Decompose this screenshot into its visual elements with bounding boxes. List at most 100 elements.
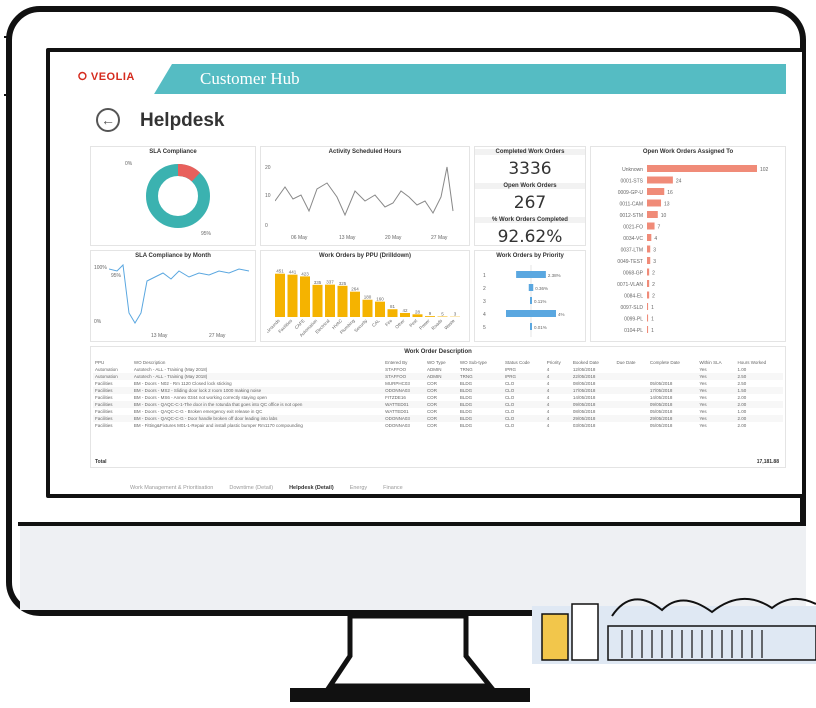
table-header-cell[interactable]: Hours Worked: [735, 359, 783, 366]
assigned-bar[interactable]: [647, 291, 650, 299]
ppu-bar[interactable]: [275, 273, 285, 317]
table-cell: BM - Doors - MS6 - Annex 0344 not workin…: [133, 395, 267, 400]
assigned-bar[interactable]: [647, 211, 658, 218]
table-cell: 4: [546, 409, 550, 414]
ppu-bar[interactable]: [362, 299, 373, 317]
work-order-table-panel[interactable]: Work Order Description PPU WO Description…: [90, 346, 786, 468]
table-body: Automation Autotech - ALL - Training (May…: [93, 366, 783, 429]
report-tab[interactable]: Downtime (Detail): [229, 485, 273, 491]
assigned-name-label: 0084-EL: [624, 294, 643, 300]
table-row[interactable]: Facilities BM - Doors - QAQC-C-G - Broken…: [93, 408, 783, 415]
assigned-bar[interactable]: [647, 199, 662, 207]
assigned-bar[interactable]: [647, 222, 655, 230]
priority-bar[interactable]: [530, 323, 532, 330]
sla-by-month-panel[interactable]: SLA Compliance by Month 100% 95% 0% 13 M…: [90, 250, 256, 342]
table-header-cell[interactable]: WO Type: [425, 359, 458, 366]
priority-bar[interactable]: [516, 271, 546, 278]
activity-hours-panel[interactable]: Activity Scheduled Hours 20 10 0 06 May …: [260, 146, 470, 246]
ppu-value-label: 3: [454, 312, 457, 317]
ppu-bar[interactable]: [425, 316, 435, 317]
table-header-cell[interactable]: Entered By: [383, 359, 425, 366]
table-cell: BLDG: [457, 387, 503, 394]
ppu-bar[interactable]: [375, 301, 385, 317]
priority-value-label: 0.11%: [534, 299, 546, 304]
assigned-bar[interactable]: [647, 257, 651, 264]
assigned-bar[interactable]: [647, 326, 649, 333]
ppu-bar[interactable]: [300, 276, 310, 317]
table-row[interactable]: Facilities BM - Doors - QAQC-C-1-The door…: [93, 401, 783, 408]
table-header-cell[interactable]: Booked Date: [571, 359, 615, 366]
assigned-bar[interactable]: [647, 268, 650, 276]
open-work-orders-label: Open Work Orders: [475, 183, 585, 189]
table-row[interactable]: Facilities BM - Doors - QAQC-C-G - Door h…: [93, 415, 783, 422]
assigned-value-label: 1: [651, 328, 654, 334]
ppu-bar[interactable]: [325, 284, 335, 317]
activity-x-tick: 06 May: [291, 235, 308, 241]
table-header-cell[interactable]: Complete Date: [648, 359, 697, 366]
assigned-to-panel[interactable]: Open Work Orders Assigned To Unknown 102 0…: [590, 146, 786, 342]
table-cell: 2.00: [735, 415, 783, 422]
table-cell: CLO: [502, 401, 545, 408]
priority-bar[interactable]: [530, 297, 532, 304]
table-row[interactable]: Facilities BM - Doors - N02 - Rm 1120 Clo…: [93, 380, 783, 387]
ppu-bar[interactable]: [412, 314, 423, 317]
table-cell: COR: [426, 395, 437, 400]
assigned-bar[interactable]: [647, 234, 652, 241]
assigned-value-label: 3: [653, 259, 656, 265]
table-header-cell[interactable]: Within SLA: [697, 359, 735, 366]
table-header-cell[interactable]: Status Code: [503, 359, 545, 366]
ppu-bar[interactable]: [287, 274, 298, 317]
ppu-panel[interactable]: Work Orders by PPU (Drilldown) 451 Ground…: [260, 250, 470, 342]
table-header-row: PPU WO Description Entered By WO Type WO Sub…: [93, 359, 783, 366]
ppu-bar[interactable]: [400, 312, 410, 317]
ppu-bar[interactable]: [387, 309, 398, 317]
ppu-category-label: Fire: [384, 318, 393, 327]
table-cell: 03/05/2018: [572, 423, 596, 428]
table-cell: [614, 394, 647, 401]
sla-compliance-panel[interactable]: SLA Compliance 0% 95%: [90, 146, 256, 246]
work-order-table[interactable]: PPU WO Description Entered By WO Type WO Sub…: [93, 359, 783, 429]
table-row[interactable]: Facilities BM - Doors - MS6 - Annex 0344 …: [93, 394, 783, 401]
assigned-bar[interactable]: [647, 245, 651, 253]
report-tab[interactable]: Helpdesk (Detail): [289, 485, 334, 491]
table-total-value: 17,181.88: [756, 459, 779, 465]
assigned-name-label: 0009-GP-U: [618, 190, 644, 196]
table-cell: IPRG: [502, 373, 545, 380]
assigned-bar[interactable]: [647, 176, 673, 184]
city-sketch-illustration: [532, 597, 816, 664]
assigned-bar[interactable]: [647, 188, 665, 195]
table-cell: 17/05/2018: [647, 387, 698, 394]
assigned-bar[interactable]: [647, 280, 650, 287]
assigned-bar[interactable]: [647, 165, 757, 172]
back-arrow-icon[interactable]: ←: [96, 108, 120, 132]
assigned-bar[interactable]: [647, 303, 649, 310]
table-row[interactable]: Facilities BM - Doors - MS2 - Sliding doo…: [93, 387, 783, 394]
assigned-value-label: 2: [652, 282, 655, 288]
report-tab[interactable]: Finance: [383, 485, 403, 491]
priority-panel[interactable]: Work Orders by Priority 1 2.38% 2 0.36% 3 0.1…: [474, 250, 586, 342]
report-tab[interactable]: Energy: [350, 485, 367, 491]
priority-bar[interactable]: [528, 284, 534, 291]
table-row[interactable]: Facilities BM - Fitting&Fixtures M01-1-Re…: [93, 422, 783, 429]
table-cell: Facilities: [95, 409, 113, 414]
table-row[interactable]: Automation Autotech - ALL - Training (May…: [93, 366, 783, 373]
table-cell: Yes: [697, 373, 736, 380]
table-header-cell[interactable]: Due Date: [614, 359, 647, 366]
table-cell: 2.00: [735, 401, 783, 408]
assigned-name-label: 0068-GP: [623, 271, 644, 277]
ppu-bar[interactable]: [312, 284, 323, 317]
report-tab[interactable]: Work Management & Prioritisation: [130, 485, 213, 491]
table-cell: [614, 415, 648, 422]
ppu-bar[interactable]: [350, 291, 360, 317]
table-header-cell[interactable]: PPU: [93, 359, 132, 366]
veolia-logo[interactable]: ⭘ VEOLIA: [78, 71, 135, 84]
table-header-cell[interactable]: WO Description: [132, 359, 383, 366]
table-row[interactable]: Automation Autotech - ALL - Training (May…: [93, 373, 783, 380]
priority-bar[interactable]: [506, 310, 556, 317]
table-header-cell[interactable]: Priority: [545, 359, 571, 366]
assigned-bar[interactable]: [647, 314, 649, 322]
ppu-category-label: Pest: [408, 318, 418, 328]
ppu-bar[interactable]: [337, 285, 348, 317]
table-header-cell[interactable]: WO Sub-type: [458, 359, 503, 366]
table-cell: Yes: [697, 387, 736, 394]
